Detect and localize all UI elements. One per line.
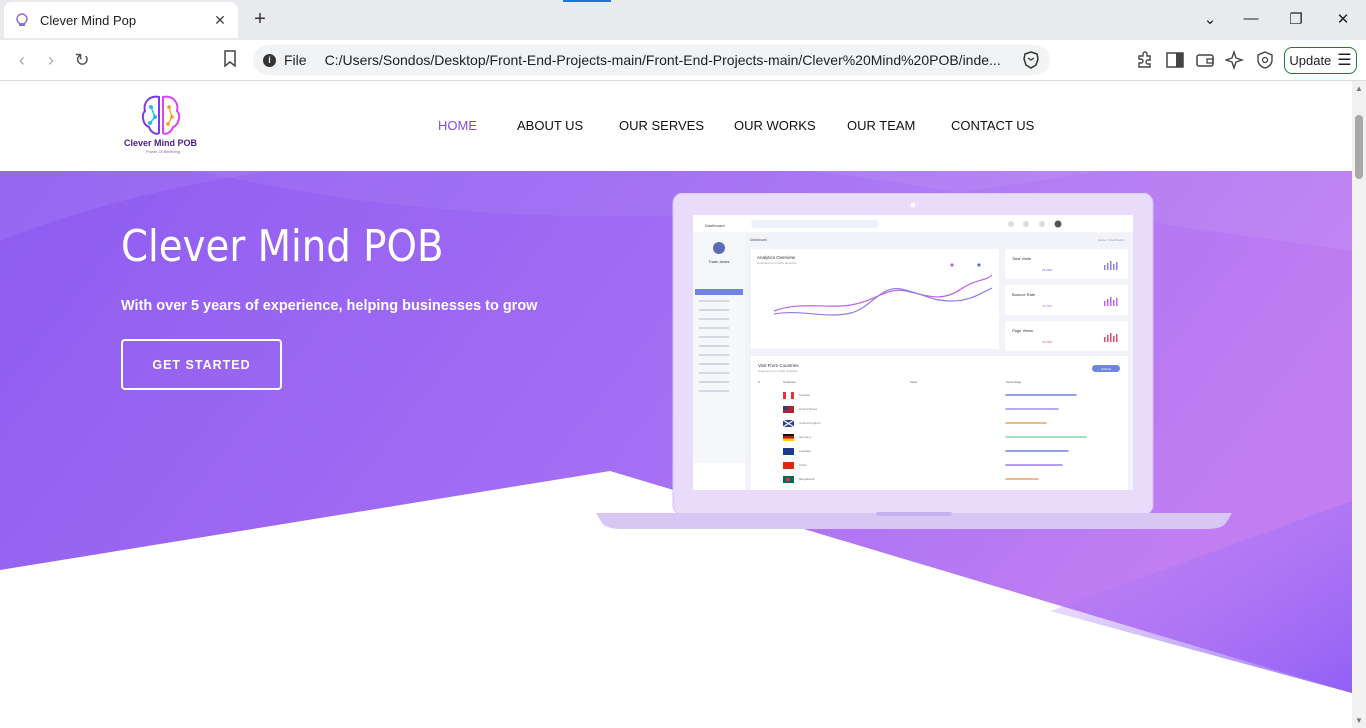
browser-tab[interactable]: Clever Mind Pop ✕ — [4, 2, 238, 38]
restore-button[interactable]: ❐ — [1286, 10, 1306, 28]
wallet-icon[interactable] — [1195, 50, 1215, 70]
mockup-country-1: Canada — [799, 393, 810, 397]
mockup-section-header: Dashboard — [750, 238, 767, 242]
tab-title: Clever Mind Pop — [40, 12, 137, 28]
mockup-table-subtitle: Overview of monthly analytics — [758, 369, 798, 373]
hero-subtitle: With over 5 years of experience, helping… — [121, 298, 538, 314]
nav-about-us[interactable]: ABOUT US — [517, 118, 583, 133]
url-text[interactable]: C:/Users/Sondos/Desktop/Front-End-Projec… — [325, 52, 1014, 68]
scroll-up-icon[interactable]: ▲ — [1355, 84, 1363, 93]
browser-tabbar: Clever Mind Pop ✕ + ⌄ — ❐ ✕ — [0, 0, 1366, 40]
mockup-country-6: China — [799, 463, 807, 467]
close-window-button[interactable]: ✕ — [1333, 10, 1353, 28]
mockup-stat-label-2: Bounce Rate — [1012, 292, 1036, 297]
update-button[interactable]: Update ☰ — [1284, 47, 1357, 74]
new-tab-button[interactable]: + — [250, 8, 270, 30]
mockup-country-7: Bangladesh — [799, 477, 815, 481]
favicon-icon — [14, 12, 30, 28]
mockup-stat-growth-2: 75.25% — [1042, 304, 1053, 308]
menu-icon: ☰ — [1337, 51, 1352, 69]
mockup-chart-subtitle: Overview of monthly analytics — [757, 261, 797, 265]
url-scheme: File — [284, 52, 307, 68]
logo-subtext: Power Of Believing — [146, 149, 181, 154]
mockup-stat-label-1: Total Visits — [1012, 256, 1031, 261]
site-header: Clever Mind POB Power Of Believing HOME … — [0, 81, 1352, 171]
scroll-down-icon[interactable]: ▼ — [1355, 716, 1363, 725]
mockup-table-button: Actions — [1101, 367, 1111, 371]
info-icon[interactable]: i — [263, 53, 276, 67]
mockup-col-percentage: Percentage — [1006, 380, 1022, 384]
leo-ai-icon[interactable] — [1223, 49, 1245, 71]
mockup-country-5: Australia — [799, 449, 811, 453]
address-bar[interactable]: i File C:/Users/Sondos/Desktop/Front-End… — [253, 45, 1050, 75]
nav-our-serves[interactable]: OUR SERVES — [619, 118, 704, 133]
mockup-col-countries: Countries — [783, 380, 796, 384]
mockup-col-visits: Visits — [910, 380, 918, 384]
mockup-country-4: Germany — [799, 435, 812, 439]
mockup-chart-title: Analytics Overview — [757, 255, 796, 260]
nav-home[interactable]: HOME — [438, 118, 477, 133]
mockup-country-3: United Kingdom — [799, 421, 821, 425]
hero-title: Clever Mind POB — [121, 221, 444, 272]
back-button[interactable]: ‹ — [12, 50, 32, 70]
page-scrollbar[interactable]: ▲ ▼ — [1352, 81, 1366, 728]
forward-button[interactable]: › — [41, 50, 61, 70]
update-label: Update — [1289, 53, 1332, 68]
close-tab-icon[interactable]: ✕ — [212, 12, 228, 29]
mockup-stat-growth-1: 75.25% — [1042, 268, 1053, 272]
page-viewport[interactable]: Clever Mind POB Power Of Believing HOME … — [0, 81, 1352, 728]
mockup-stat-label-3: Page Views — [1012, 328, 1033, 333]
brave-shield-icon[interactable] — [1022, 51, 1040, 69]
nav-our-team[interactable]: OUR TEAM — [847, 118, 915, 133]
mockup-breadcrumb: Home > Dashboard — [1098, 238, 1124, 242]
mockup-brand: Dashboard — [705, 223, 725, 228]
nav-our-works[interactable]: OUR WORKS — [734, 118, 816, 133]
vpn-shield-icon[interactable] — [1255, 50, 1275, 70]
mockup-stat-cards: Total Visits 75.25% Bounce Rate 75.25% P… — [1005, 249, 1128, 351]
scrollbar-thumb[interactable] — [1355, 115, 1363, 179]
laptop-mockup-image: Dashboard Travis James Dashboard Home > … — [596, 193, 1232, 529]
mockup-stat-growth-3: 75.25% — [1042, 340, 1053, 344]
loading-indicator — [563, 0, 611, 2]
bookmark-icon[interactable] — [220, 50, 240, 70]
reload-button[interactable]: ↻ — [72, 50, 92, 70]
hero-section: Clever Mind POB With over 5 years of exp… — [0, 171, 1352, 728]
browser-toolbar: ‹ › ↻ i File C:/Users/Sondos/Desktop/Fro… — [0, 40, 1366, 81]
get-started-button[interactable]: GET STARTED — [121, 339, 282, 390]
mockup-country-2: United States — [799, 407, 818, 411]
mockup-table-title: Visit From Countries — [758, 363, 799, 368]
nav-contact-us[interactable]: CONTACT US — [951, 118, 1034, 133]
minimize-button[interactable]: — — [1241, 10, 1261, 27]
sidebar-icon[interactable] — [1165, 50, 1185, 70]
logo-text: Clever Mind POB — [124, 138, 198, 148]
tab-search-icon[interactable]: ⌄ — [1200, 10, 1220, 28]
mockup-sidebar-user: Travis James — [709, 260, 730, 264]
extensions-icon[interactable] — [1135, 50, 1155, 70]
